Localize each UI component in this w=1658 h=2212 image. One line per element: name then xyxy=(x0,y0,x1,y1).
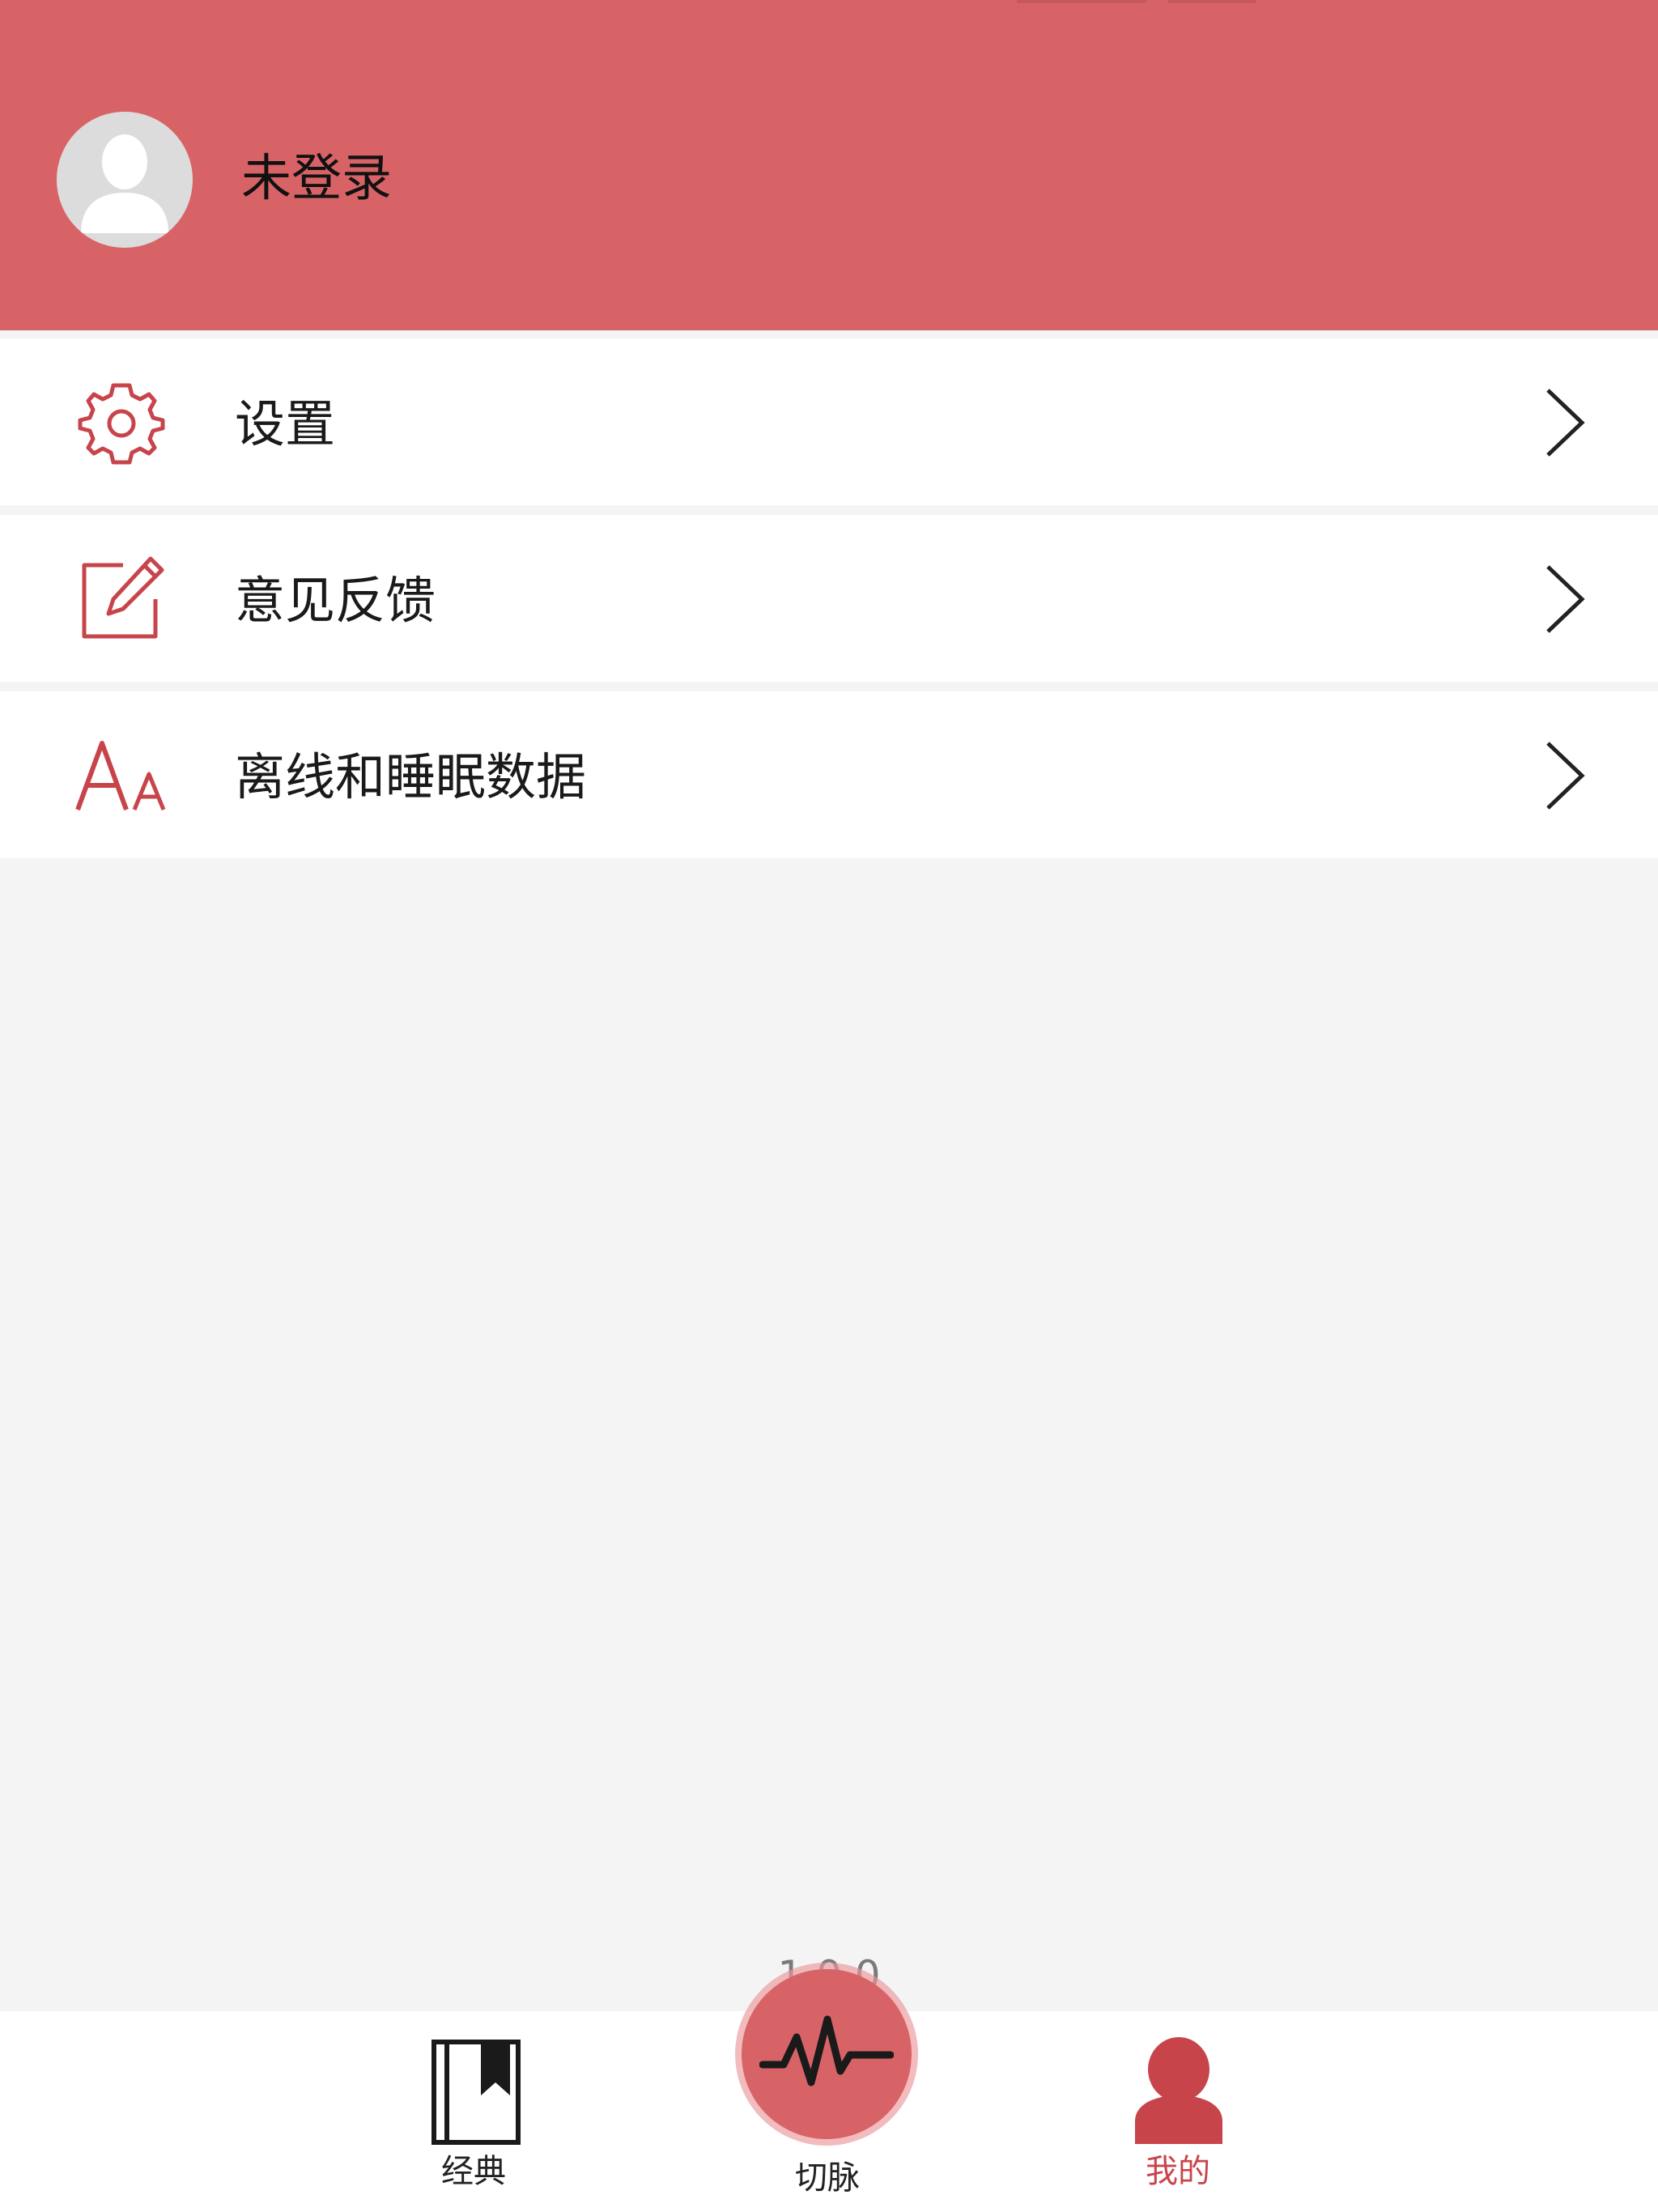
menu-item-offline-data[interactable]: 离线和睡眠数据 xyxy=(0,691,1658,858)
bottom-tab-bar: 经典 切脉 我的 xyxy=(0,1969,1658,2212)
gear-icon xyxy=(73,379,170,465)
settings-menu: 设置 意见反馈 离线和睡眠数据 xyxy=(0,338,1658,858)
tab-classic[interactable]: 经典 xyxy=(389,2011,559,2212)
chevron-right-icon xyxy=(1540,562,1588,636)
font-size-icon xyxy=(73,732,170,818)
chevron-right-icon xyxy=(1540,738,1588,813)
menu-item-label: 离线和睡眠数据 xyxy=(235,747,587,806)
profile-header: 未登录 xyxy=(0,0,1658,330)
tab-pulse[interactable]: 切脉 xyxy=(729,1969,926,2212)
book-icon xyxy=(427,2037,523,2147)
user-icon xyxy=(1132,2035,1226,2146)
pulse-icon xyxy=(759,2015,894,2087)
avatar[interactable] xyxy=(57,112,193,248)
status-bar-indicator xyxy=(1017,0,1146,3)
pulse-button[interactable] xyxy=(742,1969,912,2139)
tab-label: 我的 xyxy=(1146,2153,1210,2190)
tab-label: 切脉 xyxy=(795,2159,860,2197)
chevron-right-icon xyxy=(1540,385,1588,460)
menu-item-settings[interactable]: 设置 xyxy=(0,338,1658,505)
menu-item-feedback[interactable]: 意见反馈 xyxy=(0,515,1658,682)
tab-label: 经典 xyxy=(441,2153,506,2190)
status-bar-indicator xyxy=(1167,0,1256,3)
default-avatar-icon xyxy=(57,112,193,248)
edit-icon xyxy=(73,555,170,641)
tab-mine[interactable]: 我的 xyxy=(1093,2011,1263,2212)
menu-item-label: 设置 xyxy=(235,394,336,453)
login-status-text[interactable]: 未登录 xyxy=(241,146,392,211)
menu-item-label: 意见反馈 xyxy=(235,571,436,630)
